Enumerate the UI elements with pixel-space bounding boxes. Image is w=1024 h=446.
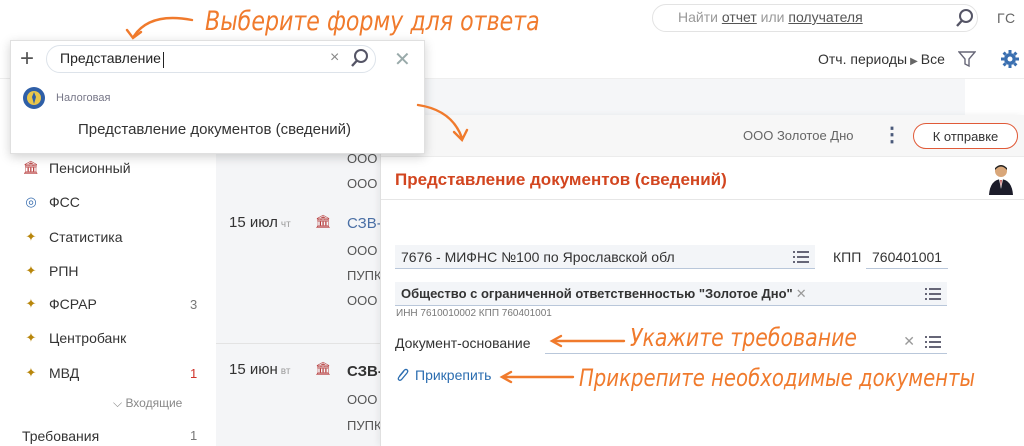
filter-icon[interactable]: [958, 50, 976, 68]
list-item-org: ООО: [347, 176, 378, 191]
sidebar-item-mvd[interactable]: ✦ МВД: [22, 361, 202, 385]
more-menu-icon[interactable]: ⋮: [882, 124, 902, 146]
eagle-emblem-icon: ✦: [25, 263, 37, 278]
divider: [381, 199, 1024, 200]
user-avatar-icon: [989, 165, 1013, 195]
to-send-button[interactable]: К отправке: [913, 123, 1018, 149]
doc-basis-label: Документ-основание: [395, 335, 531, 351]
list-item-code[interactable]: СЗВ-: [347, 215, 382, 232]
inn-kpp-text: ИНН 7610010002 КПП 760401001: [396, 308, 552, 319]
divider: [216, 343, 381, 344]
sidebar-item-centrobank[interactable]: ✦ Центробанк: [22, 326, 202, 350]
search-icon[interactable]: [955, 8, 975, 28]
list-item-org: ООО: [347, 293, 378, 308]
eagle-emblem-icon: ✦: [25, 330, 37, 345]
search-icon[interactable]: [350, 48, 370, 68]
sidebar-item-statistics[interactable]: ✦ Статистика: [22, 225, 202, 249]
sidebar-count-fsrar: 3: [190, 297, 198, 312]
chevron-down-icon: ⌵: [113, 396, 126, 410]
sidebar-count-requirements: 1: [190, 428, 198, 443]
pension-fund-icon: 🏛: [315, 214, 332, 229]
hint-choose-form: Выберите форму для ответа: [205, 6, 540, 37]
sidebar-item-requirements[interactable]: Требования: [22, 428, 99, 444]
list-icon[interactable]: [793, 250, 809, 263]
triangle-right-icon: ▶: [910, 56, 918, 67]
pension-fund-icon: 🏛: [315, 361, 332, 376]
tax-service-emblem-icon: [23, 87, 45, 109]
clear-icon[interactable]: ✕: [796, 286, 925, 302]
organization-field[interactable]: Общество с ограниченной ответственностью…: [395, 282, 947, 306]
kpp-field[interactable]: 760401001: [866, 245, 948, 269]
list-item-org: ООО: [347, 392, 378, 407]
attach-link[interactable]: Прикрепить: [395, 367, 491, 383]
list-item-text: ПУПК: [347, 418, 382, 433]
sidebar-item-fsrar[interactable]: ✦ ФСРАР: [22, 292, 202, 316]
hint-attach-documents: Прикрепите необходимые документы: [579, 364, 976, 392]
tax-office-field[interactable]: 7676 - МИФНС №100 по Ярославской обл: [395, 245, 815, 269]
sidebar-item-rpn[interactable]: ✦ РПН: [22, 259, 202, 283]
search-report-link[interactable]: отчет: [722, 9, 757, 25]
add-icon[interactable]: +: [20, 47, 34, 71]
pension-fund-icon: 🏛: [22, 160, 40, 175]
list-item-text: ПУПК: [347, 268, 382, 283]
form-search-input[interactable]: Представление: [46, 45, 376, 73]
company-name[interactable]: ООО Золотое Дно: [743, 128, 854, 143]
document-card: [380, 115, 1024, 446]
eagle-emblem-icon: ✦: [25, 296, 37, 311]
close-icon[interactable]: ✕: [394, 47, 411, 72]
user-avatar[interactable]: ГС: [997, 10, 1016, 26]
kpp-label: КПП: [833, 249, 862, 265]
paperclip-icon: [397, 368, 409, 381]
clear-icon[interactable]: ✕: [903, 333, 915, 350]
list-item-org: ООО: [347, 243, 378, 258]
sidebar-count-mvd: 1: [190, 366, 198, 381]
list-item-date: 15 июл чт: [229, 214, 291, 231]
document-title: Представление документов (сведений): [395, 170, 727, 189]
hint-specify-requirement: Укажите требование: [630, 323, 858, 352]
list-item-date: 15 июн вт: [229, 361, 291, 378]
fss-icon: ◎: [25, 194, 37, 209]
list-header-band: [425, 79, 965, 115]
eagle-emblem-icon: ✦: [25, 365, 37, 380]
list-icon[interactable]: [925, 287, 941, 300]
dropdown-org-name: Налоговая: [56, 92, 111, 104]
periods-filter[interactable]: Отч. периоды ▶ Все: [818, 51, 945, 67]
dropdown-option[interactable]: Представление документов (сведений): [78, 121, 351, 138]
clear-icon[interactable]: ×: [330, 49, 339, 67]
sidebar-item-pension[interactable]: 🏛 Пенсионный: [22, 156, 202, 180]
incoming-toggle[interactable]: ⌵ Входящие: [113, 396, 182, 411]
search-recipient-link[interactable]: получателя: [788, 9, 862, 25]
search-placeholder[interactable]: Найти отчет или получателя: [678, 9, 863, 25]
list-icon[interactable]: [925, 335, 941, 348]
list-item-code[interactable]: СЗВ-: [347, 363, 383, 380]
eagle-emblem-icon: ✦: [25, 229, 37, 244]
sidebar-item-fss[interactable]: ◎ ФСС: [22, 190, 202, 214]
gear-icon[interactable]: [1000, 49, 1020, 69]
